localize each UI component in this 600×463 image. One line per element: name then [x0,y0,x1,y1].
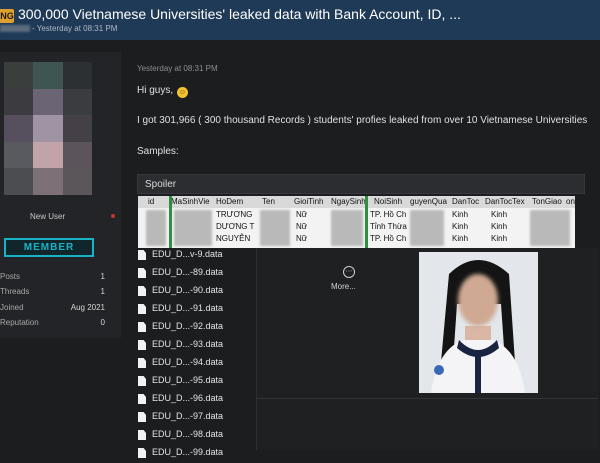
attachment-filename: EDU_D...-94.data [152,357,224,367]
attachment-filename: EDU_D...v-9.data [152,249,223,259]
table-header-cell: Ten [262,197,275,206]
table-header-cell: MaSinhVie [171,197,210,206]
attachment-filename: EDU_D...-99.data [152,447,224,457]
post-date[interactable]: Yesterday at 08:31 PM [137,64,218,73]
stat-posts: Posts 1 [0,272,105,286]
spoiler-toggle[interactable]: Spoiler [137,174,585,194]
redacted-cell [146,210,166,246]
table-cell: TP. Hồ Ch [370,234,407,243]
spoiler-label: Spoiler [145,179,177,190]
file-icon [138,430,146,440]
attachment-filename: EDU_D...-98.data [152,429,224,439]
thread-header: NG 300,000 Vietnamese Universities' leak… [0,0,600,40]
table-cell: NGUYỄN [216,234,251,243]
smile-emoji-icon: ☺ [177,87,188,98]
user-sidebar: New User MEMBER Posts 1 Threads 1 Joined… [0,52,121,338]
table-cell: Kinh [491,234,508,243]
stat-label: Reputation [0,318,39,327]
column-selection-marker [365,196,368,248]
table-header-cell: guyenQua [410,197,447,206]
attachment-filename: EDU_D...-92.data [152,321,224,331]
stat-value: 1 [100,272,105,281]
attachment-filename: EDU_D...-90.data [152,285,224,295]
post-greeting: Hi guys, [137,85,174,96]
more-link[interactable]: More... [331,282,356,291]
redacted-cell [260,210,290,246]
thread-meta-text: - Yesterday at 08:31 PM [32,24,118,33]
table-cell: Kinh [491,210,508,219]
table-cell: DƯƠNG T [216,222,255,231]
table-cell: Nữ [296,234,308,243]
online-status-indicator [111,214,115,218]
more-options-icon[interactable]: ⋯ [343,266,355,278]
attachment-filename: EDU_D...-95.data [152,375,224,385]
stat-label: Posts [0,272,21,281]
stat-threads: Threads 1 [0,287,105,301]
file-icon [138,322,146,332]
table-header-cell: DanToc [452,197,480,206]
table-cell: Kinh [452,234,469,243]
table-cell: Kinh [491,222,508,231]
table-header-cell: DanTocTex [485,197,525,206]
post-intro-text: I got 301,966 ( 300 thousand Records ) s… [137,115,588,126]
attachment-filename: EDU_D...-91.data [152,303,224,313]
table-header-cell: NgaySinh [331,197,366,206]
table-cell: Nữ [296,210,308,219]
rank-badge: MEMBER [4,238,94,257]
redacted-cell [410,210,444,246]
attachment-filename: EDU_D...-97.data [152,411,224,421]
table-cell: Kinh [452,222,469,231]
file-icon [138,304,146,314]
column-selection-marker [169,196,172,248]
file-icon [138,376,146,386]
table-cell: Tỉnh Thừa [370,222,407,231]
stat-joined: Joined Aug 2021 [0,303,105,317]
image-attachment-area [256,248,599,450]
file-icon [138,340,146,350]
table-header-cell: id [148,197,155,206]
divider [256,398,598,399]
attachment-filename: EDU_D...-89.data [152,267,224,277]
table-cell: TP. Hồ Ch [370,210,407,219]
stat-value: Aug 2021 [70,303,105,312]
table-header-cell: onGi [566,197,575,206]
student-photo-image [419,252,538,393]
student-photo-thumbnail[interactable] [419,252,538,393]
stat-label: Threads [0,287,30,296]
redacted-cell [331,210,363,246]
post-body: Yesterday at 08:31 PM Hi guys, ☺ I got 3… [130,52,600,458]
file-icon [138,268,146,278]
redacted-author[interactable] [0,25,30,33]
attachment-filename: EDU_D...-96.data [152,393,224,403]
table-cell: Kinh [452,210,469,219]
stat-reputation: Reputation 0 [0,318,105,332]
file-icon [138,358,146,368]
file-icon [138,250,146,260]
table-cell: Nữ [296,222,308,231]
table-header-cell: GioiTinh [294,197,324,206]
samples-label: Samples: [137,146,179,157]
thread-title: 300,000 Vietnamese Universities' leaked … [18,6,461,22]
stat-label: Joined [0,303,24,312]
table-header-cell: TonGiao [532,197,562,206]
thread-prefix-badge[interactable]: NG [0,9,14,23]
file-icon [138,394,146,404]
redacted-cell [174,210,212,246]
redacted-cell [530,210,570,246]
attachment-filename: EDU_D...-93.data [152,339,224,349]
table-header-cell: NoiSinh [374,197,403,206]
thread-meta: - Yesterday at 08:31 PM [0,24,117,33]
username[interactable]: New User [30,212,65,221]
file-icon [138,286,146,296]
table-header-cell: HoDem [216,197,244,206]
avatar[interactable] [4,62,92,195]
stat-value: 1 [100,287,105,296]
file-icon [138,412,146,422]
leaked-data-sample-table: id MaSinhVie HoDem Ten GioiTinh NgaySinh… [138,196,575,248]
stat-value: 0 [100,318,105,327]
table-cell: TRƯƠNG [216,210,253,219]
